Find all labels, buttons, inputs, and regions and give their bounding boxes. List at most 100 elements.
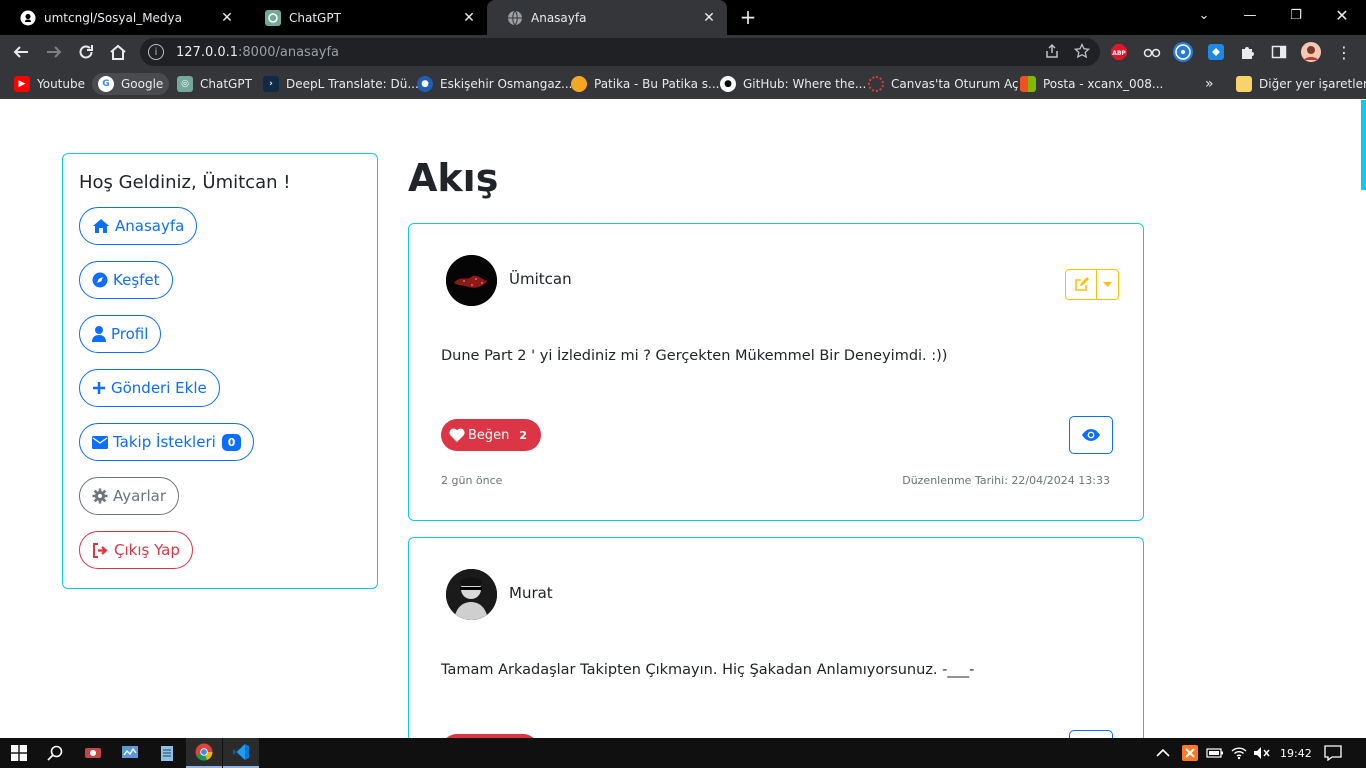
bookmark-outlook[interactable]: Posta - xcanx_008... (1014, 73, 1169, 95)
dropdown-toggle[interactable] (1097, 270, 1118, 299)
notifications-icon[interactable] (1324, 738, 1342, 768)
bookmark-label: Patika - Bu Patika s... (594, 77, 720, 91)
forward-icon[interactable] (42, 40, 66, 64)
like-button[interactable]: Beğen 2 (441, 419, 542, 451)
sidepanel-icon[interactable] (1268, 41, 1290, 63)
canvas-icon (868, 76, 884, 92)
bookmark-canvas[interactable]: Canvas'ta Oturum Aç (862, 73, 1025, 95)
bookmark-github[interactable]: ● GitHub: Where the... (714, 73, 872, 95)
avatar[interactable] (446, 569, 497, 620)
other-bookmarks-folder[interactable]: Diğer yer işaretleri (1230, 73, 1366, 95)
eye-icon (1082, 429, 1100, 441)
chatgpt-icon (265, 9, 281, 26)
sidebar-item-anasayfa[interactable]: Anasayfa (79, 207, 198, 245)
deepl-icon: › (263, 76, 279, 92)
tab-chatgpt[interactable]: ChatGPT ✕ (245, 0, 487, 35)
battery-icon[interactable] (1206, 738, 1224, 768)
more-chevron-icon: » (1205, 76, 1214, 92)
share-icon[interactable] (1044, 43, 1060, 63)
sidebar-item-label: Takip İstekleri (113, 433, 216, 451)
search-icon[interactable] (37, 738, 73, 768)
close-icon[interactable]: ✕ (461, 10, 477, 26)
reload-icon[interactable] (74, 40, 98, 64)
menu-icon[interactable]: ⋮ (1333, 41, 1355, 63)
sidebar-item-profil[interactable]: Profil (79, 315, 162, 353)
bookmark-google[interactable]: G Google (92, 73, 170, 95)
sidebar-item-label: Gönderi Ekle (111, 379, 207, 397)
patika-icon (571, 76, 587, 92)
sidebar-item-takip-istekleri[interactable]: Takip İstekleri 0 (79, 423, 255, 461)
task-manager-icon[interactable] (112, 738, 148, 768)
wifi-icon[interactable] (1231, 738, 1247, 768)
sidebar-item-label: Ayarlar (113, 487, 167, 505)
bookmark-label: ChatGPT (200, 77, 252, 91)
close-icon[interactable]: ✕ (701, 10, 717, 26)
close-icon[interactable]: ✕ (219, 10, 235, 26)
microsoft-icon (1020, 76, 1036, 92)
sidebar-item-gonderi-ekle[interactable]: Gönderi Ekle (79, 369, 220, 407)
tab-label: Anasayfa (531, 10, 587, 25)
sidebar-item-ayarlar[interactable]: Ayarlar (79, 477, 180, 515)
bookmark-deepl[interactable]: › DeepL Translate: Dü... (257, 73, 425, 95)
heart-icon (449, 428, 465, 442)
restore-icon[interactable]: ❐ (1273, 0, 1319, 30)
sidebar-item-kesfet[interactable]: Keşfet (79, 261, 173, 299)
sidebar-item-cikis-yap[interactable]: Çıkış Yap (79, 531, 193, 569)
clock[interactable]: 19:42 (1280, 738, 1312, 768)
notepad-icon[interactable] (149, 738, 185, 768)
extension-audio-icon[interactable] (1172, 41, 1194, 63)
profile-avatar[interactable] (1300, 41, 1322, 63)
bookmark-label: Eskişehir Osmangaz... (440, 77, 573, 91)
vscode-taskbar-icon[interactable] (223, 738, 259, 768)
browser-toolbar: i 127.0.0.1:8000/anasayfa ABP ⋮ (0, 35, 1366, 69)
minimize-icon[interactable]: — (1227, 0, 1273, 30)
post-username[interactable]: Ümitcan (509, 270, 572, 288)
bookmark-chatgpt[interactable]: ◎ ChatGPT (171, 73, 258, 95)
view-post-button[interactable] (1069, 416, 1113, 454)
extension-glasses-icon[interactable] (1141, 41, 1163, 63)
post-time-ago: 2 gün önce (441, 474, 503, 487)
edit-button[interactable] (1066, 270, 1097, 299)
sidebar-item-label: Keşfet (113, 271, 160, 289)
view-post-button[interactable] (1069, 730, 1113, 738)
notification-badge: 0 (221, 433, 242, 451)
page-title: Akış (408, 156, 499, 200)
bookmark-patika[interactable]: Patika - Bu Patika s... (565, 73, 725, 95)
close-window-icon[interactable]: ✕ (1319, 0, 1365, 30)
avatar[interactable] (446, 255, 497, 306)
tab-strip: umtcngl/Sosyal_Medya ✕ ChatGPT ✕ Anasayf… (0, 0, 1366, 35)
scrollbar[interactable] (1361, 100, 1366, 190)
tab-github[interactable]: umtcngl/Sosyal_Medya ✕ (0, 0, 245, 35)
welcome-heading: Hoş Geldiniz, Ümitcan ! (79, 172, 291, 193)
extension-box-icon[interactable] (1205, 41, 1227, 63)
star-icon[interactable] (1073, 42, 1091, 63)
youtube-icon: ▶ (14, 76, 30, 92)
back-icon[interactable] (9, 40, 33, 64)
post-card: Murat Tamam Arkadaşlar Takipten Çıkmayın… (408, 537, 1144, 738)
app-pinned-icon[interactable] (75, 738, 111, 768)
xampp-icon[interactable] (1182, 738, 1198, 768)
post-card: Ümitcan Dune Part 2 ' yi İzlediniz mi ? … (408, 223, 1144, 521)
bookmark-youtube[interactable]: ▶ Youtube (8, 73, 91, 95)
home-icon[interactable] (106, 40, 130, 64)
tab-anasayfa[interactable]: Anasayfa ✕ (487, 0, 727, 35)
adblock-icon[interactable]: ABP (1108, 41, 1130, 63)
chevron-down-icon[interactable]: ⌄ (1181, 0, 1227, 30)
windows-start-icon[interactable] (1, 738, 37, 768)
like-label: Beğen (468, 427, 510, 443)
sidebar-item-label: Profil (111, 325, 149, 343)
bookmark-esogu[interactable]: ● Eskişehir Osmangaz... (411, 73, 579, 95)
post-username[interactable]: Murat (509, 584, 553, 602)
home-icon (93, 219, 109, 233)
chrome-taskbar-icon[interactable] (186, 738, 222, 768)
puzzle-icon[interactable] (1237, 41, 1259, 63)
new-tab-button[interactable]: + (737, 5, 759, 29)
tray-overflow-icon[interactable] (1156, 738, 1170, 768)
bookmarks-more-button[interactable]: » (1199, 73, 1220, 95)
user-icon (92, 326, 106, 342)
info-icon[interactable]: i (148, 44, 164, 60)
address-bar[interactable]: i 127.0.0.1:8000/anasayfa (140, 38, 1100, 66)
compass-icon (92, 272, 108, 288)
chatgpt-icon: ◎ (177, 76, 193, 92)
volume-muted-icon[interactable] (1253, 738, 1271, 768)
